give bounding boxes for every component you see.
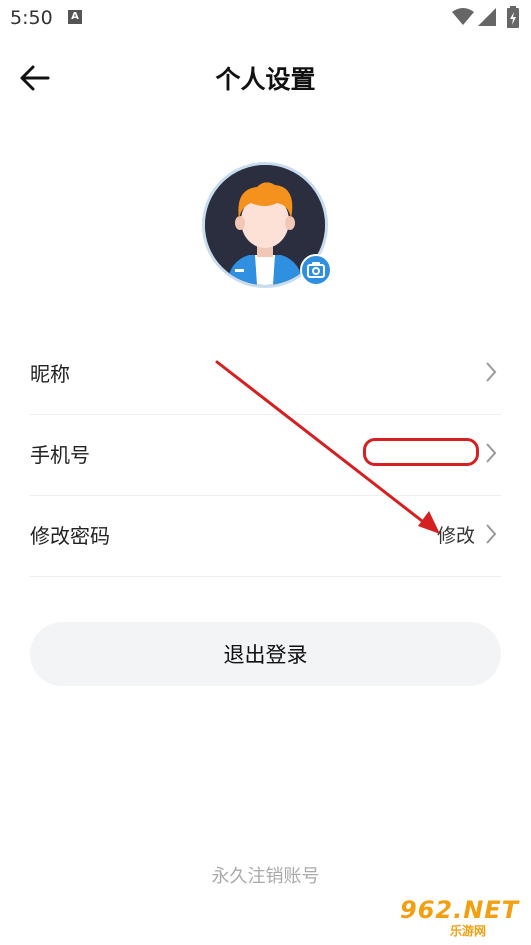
cancel-account-link[interactable]: 永久注销账号 [0, 862, 531, 888]
camera-badge[interactable] [300, 254, 332, 286]
chevron-right-icon [486, 443, 497, 463]
battery-icon [507, 6, 519, 28]
page-title: 个人设置 [215, 65, 316, 94]
watermark-sub: 乐游网 [450, 924, 487, 938]
redaction-box [363, 438, 479, 466]
signal-icon [478, 8, 496, 26]
notification-icon: A [68, 10, 82, 24]
wifi-icon [452, 8, 474, 25]
chevron-right-icon [486, 524, 497, 544]
watermark-brand: 962.NET [400, 896, 520, 924]
logout-button[interactable]: 退出登录 [30, 622, 501, 686]
row-change-password[interactable]: 修改密码 修改 [30, 496, 501, 577]
row-value: 修改 [436, 525, 475, 547]
header: 个人设置 [0, 50, 531, 106]
avatar[interactable] [202, 162, 332, 288]
row-label: 手机号 [30, 443, 90, 467]
row-phone[interactable]: 手机号 [30, 415, 501, 496]
row-label: 修改密码 [30, 524, 110, 548]
row-label: 昵称 [30, 362, 70, 386]
row-nickname[interactable]: 昵称 [30, 334, 501, 415]
watermark-logo: 962.NET 乐游网 [394, 896, 526, 940]
camera-icon [307, 262, 325, 278]
status-time: 5:50 [10, 7, 53, 29]
chevron-right-icon [486, 362, 497, 382]
status-bar: 5:50 A [0, 0, 531, 36]
